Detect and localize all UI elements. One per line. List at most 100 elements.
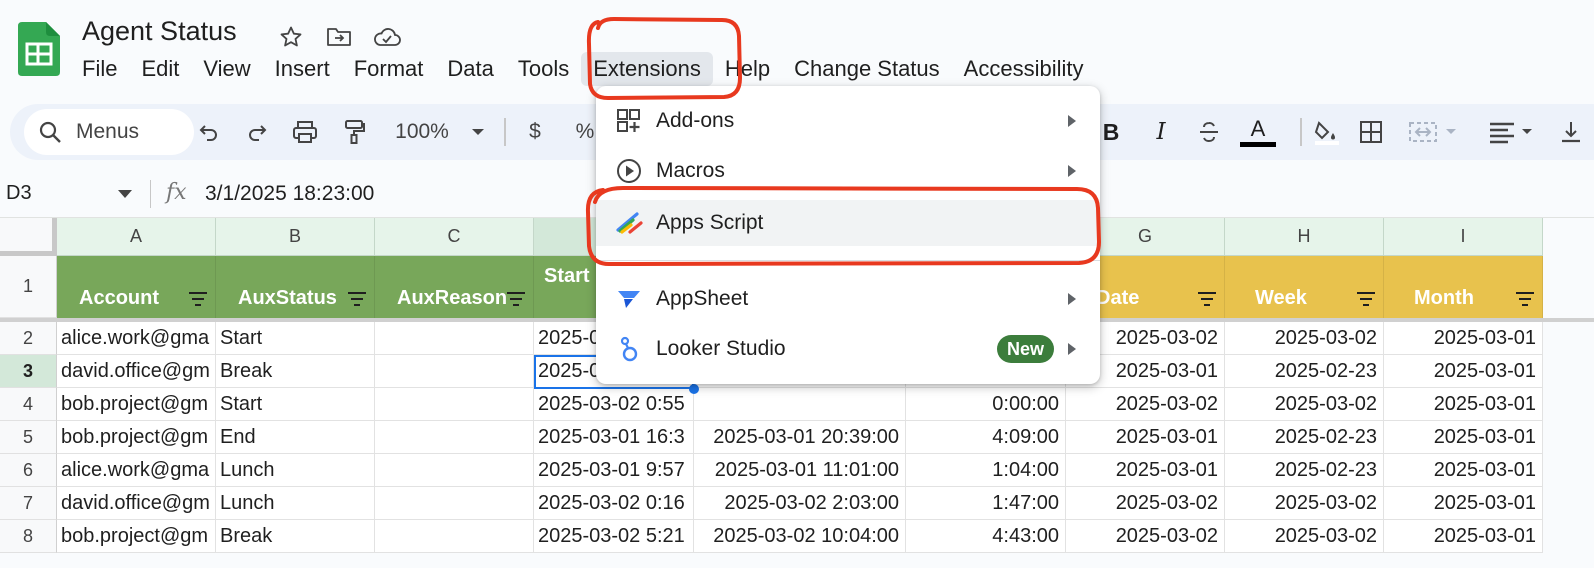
menu-item-macros[interactable]: Macros xyxy=(596,148,1100,194)
cell-i7[interactable]: 2025-03-01 xyxy=(1384,487,1543,520)
filter-icon[interactable] xyxy=(1516,292,1534,306)
cell-i8[interactable]: 2025-03-01 xyxy=(1384,520,1543,553)
cell-c8[interactable] xyxy=(375,520,534,553)
cell-g8[interactable]: 2025-03-02 xyxy=(1066,520,1225,553)
column-header-c[interactable]: C xyxy=(375,218,534,256)
cell-g6[interactable]: 2025-03-01 xyxy=(1066,454,1225,487)
merge-cells-button[interactable] xyxy=(1406,114,1462,150)
sheets-logo-icon[interactable] xyxy=(18,22,60,76)
cell-g5[interactable]: 2025-03-01 xyxy=(1066,421,1225,454)
zoom-dropdown-icon[interactable] xyxy=(470,114,486,150)
cell-c5[interactable] xyxy=(375,421,534,454)
header-cell-i[interactable]: Month xyxy=(1384,256,1543,318)
cell-a5[interactable]: bob.project@gm xyxy=(57,421,216,454)
menu-change-status[interactable]: Change Status xyxy=(782,52,952,86)
cell-c6[interactable] xyxy=(375,454,534,487)
vertical-align-button[interactable] xyxy=(1556,114,1586,150)
row-header-1[interactable]: 1 xyxy=(0,256,57,318)
column-header-i[interactable]: I xyxy=(1384,218,1543,256)
menu-accessibility[interactable]: Accessibility xyxy=(952,52,1096,86)
strikethrough-button[interactable] xyxy=(1194,114,1224,150)
cell-g7[interactable]: 2025-03-02 xyxy=(1066,487,1225,520)
cell-c7[interactable] xyxy=(375,487,534,520)
menus-search[interactable]: Menus xyxy=(24,109,194,155)
cell-a4[interactable]: bob.project@gm xyxy=(57,388,216,421)
menu-item-looker-studio[interactable]: Looker Studio New xyxy=(596,326,1100,372)
row-header-2[interactable]: 2 xyxy=(0,322,57,355)
cell-g4[interactable]: 2025-03-02 xyxy=(1066,388,1225,421)
print-button[interactable] xyxy=(290,114,320,150)
menu-data[interactable]: Data xyxy=(435,52,505,86)
cell-d5[interactable]: 2025-03-01 16:3 xyxy=(534,421,694,454)
row-header-6[interactable]: 6 xyxy=(0,454,57,487)
cell-h8[interactable]: 2025-03-02 xyxy=(1225,520,1384,553)
fill-handle[interactable] xyxy=(689,384,699,394)
cell-e4[interactable] xyxy=(694,388,906,421)
cell-e7[interactable]: 2025-03-02 2:03:00 xyxy=(694,487,906,520)
cell-i2[interactable]: 2025-03-01 xyxy=(1384,322,1543,355)
header-cell-a[interactable]: Account xyxy=(57,256,216,318)
column-header-b[interactable]: B xyxy=(216,218,375,256)
fill-color-button[interactable] xyxy=(1308,114,1344,150)
cell-c2[interactable] xyxy=(375,322,534,355)
cell-a2[interactable]: alice.work@gma xyxy=(57,322,216,355)
cell-e8[interactable]: 2025-03-02 10:04:00 xyxy=(694,520,906,553)
row-header-3[interactable]: 3 xyxy=(0,355,57,388)
name-box[interactable]: D3 xyxy=(6,182,32,205)
cell-e5[interactable]: 2025-03-01 20:39:00 xyxy=(694,421,906,454)
cell-c4[interactable] xyxy=(375,388,534,421)
cell-b5[interactable]: End xyxy=(216,421,375,454)
cell-d4[interactable]: 2025-03-02 0:55 xyxy=(534,388,694,421)
row-header-8[interactable]: 8 xyxy=(0,520,57,553)
cell-h7[interactable]: 2025-03-02 xyxy=(1225,487,1384,520)
cell-i6[interactable]: 2025-03-01 xyxy=(1384,454,1543,487)
cell-i4[interactable]: 2025-03-01 xyxy=(1384,388,1543,421)
redo-button[interactable] xyxy=(242,114,272,150)
cell-h6[interactable]: 2025-02-23 xyxy=(1225,454,1384,487)
cell-b3[interactable]: Break xyxy=(216,355,375,388)
cell-i3[interactable]: 2025-03-01 xyxy=(1384,355,1543,388)
cell-h2[interactable]: 2025-03-02 xyxy=(1225,322,1384,355)
menu-format[interactable]: Format xyxy=(342,52,436,86)
cell-d8[interactable]: 2025-03-02 5:21 xyxy=(534,520,694,553)
text-color-button[interactable]: A xyxy=(1240,114,1276,150)
star-icon[interactable] xyxy=(276,22,306,52)
menu-item-add-ons[interactable]: Add-ons xyxy=(596,98,1100,144)
cell-a8[interactable]: bob.project@gm xyxy=(57,520,216,553)
header-cell-h[interactable]: Week xyxy=(1225,256,1384,318)
cell-d6[interactable]: 2025-03-01 9:57 xyxy=(534,454,694,487)
zoom-value[interactable]: 100% xyxy=(390,114,454,150)
menu-extensions[interactable]: Extensions xyxy=(581,52,713,86)
bold-button[interactable]: B xyxy=(1096,114,1126,150)
cell-h5[interactable]: 2025-02-23 xyxy=(1225,421,1384,454)
filter-icon[interactable] xyxy=(507,292,525,306)
cell-h4[interactable]: 2025-03-02 xyxy=(1225,388,1384,421)
currency-format-button[interactable]: $ xyxy=(520,114,550,150)
filter-icon[interactable] xyxy=(189,292,207,306)
menu-item-apps-script[interactable]: Apps Script xyxy=(596,200,1100,246)
cell-f4[interactable]: 0:00:00 xyxy=(906,388,1066,421)
document-title[interactable]: Agent Status xyxy=(82,16,237,47)
header-cell-b[interactable]: AuxStatus xyxy=(216,256,375,318)
filter-icon[interactable] xyxy=(1357,292,1375,306)
italic-button[interactable]: I xyxy=(1146,114,1176,150)
menu-insert[interactable]: Insert xyxy=(263,52,342,86)
cell-b8[interactable]: Break xyxy=(216,520,375,553)
select-all-corner[interactable] xyxy=(0,218,57,256)
cell-c3[interactable] xyxy=(375,355,534,388)
cloud-saved-icon[interactable] xyxy=(372,22,402,52)
cell-b4[interactable]: Start xyxy=(216,388,375,421)
menu-help[interactable]: Help xyxy=(713,52,782,86)
horizontal-align-button[interactable] xyxy=(1484,114,1540,150)
cell-h3[interactable]: 2025-02-23 xyxy=(1225,355,1384,388)
column-header-h[interactable]: H xyxy=(1225,218,1384,256)
cell-b6[interactable]: Lunch xyxy=(216,454,375,487)
menu-view[interactable]: View xyxy=(191,52,262,86)
cell-a3[interactable]: david.office@gm xyxy=(57,355,216,388)
cell-e6[interactable]: 2025-03-01 11:01:00 xyxy=(694,454,906,487)
cell-f7[interactable]: 1:47:00 xyxy=(906,487,1066,520)
header-cell-c[interactable]: AuxReason xyxy=(375,256,534,318)
row-header-5[interactable]: 5 xyxy=(0,421,57,454)
paint-format-button[interactable] xyxy=(340,114,370,150)
name-box-dropdown-icon[interactable] xyxy=(118,190,132,198)
